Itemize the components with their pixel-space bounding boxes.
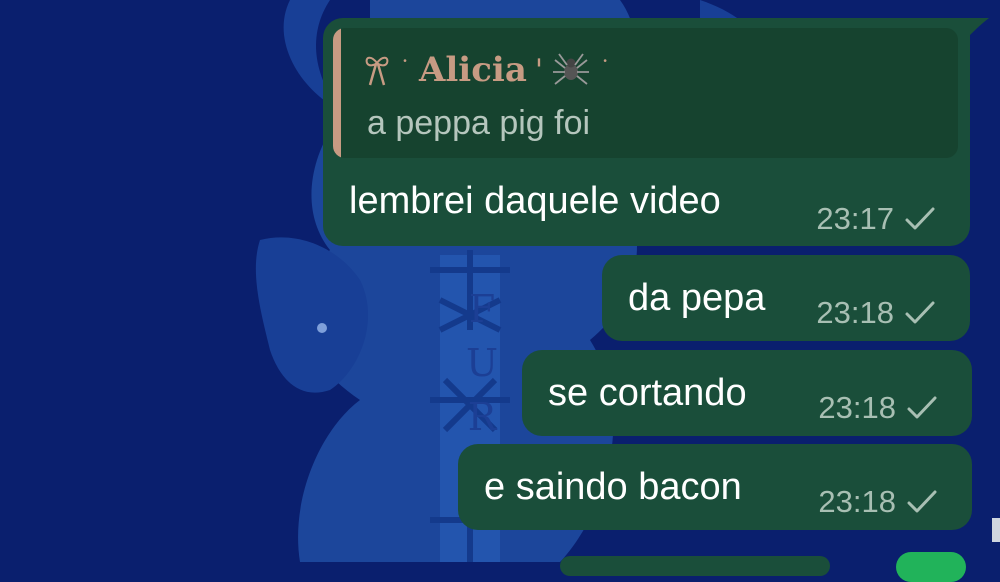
check-icon [907, 490, 937, 513]
message-time: 23:18 [818, 484, 896, 519]
reply-author-name: Alicia [419, 50, 527, 90]
author-decoration: ' [534, 52, 544, 88]
reply-quoted-text: a peppa pig foi [367, 104, 591, 142]
message-time: 23:18 [816, 295, 894, 330]
message-time: 23:18 [818, 390, 896, 425]
message-meta: 23:18 [818, 390, 938, 426]
bubble-tail [965, 18, 989, 40]
message-bubble[interactable]: da pepa 23:18 [602, 255, 970, 341]
check-icon [907, 396, 937, 419]
message-text: da pepa [628, 277, 766, 319]
side-marker [992, 518, 1000, 542]
message-bubble[interactable]: se cortando 23:18 [522, 350, 972, 436]
check-icon [905, 301, 935, 324]
message-text: se cortando [548, 372, 747, 414]
message-list[interactable]: ˙ Alicia ' ˙ a peppa pig foi lembrei daq… [0, 0, 1000, 582]
scroll-fab-edge[interactable] [896, 552, 966, 582]
message-meta: 23:18 [816, 295, 936, 331]
author-decoration: ˙ [399, 56, 411, 84]
reply-author: ˙ Alicia ' ˙ [363, 50, 619, 90]
message-text: e saindo bacon [484, 466, 742, 508]
spider-icon [551, 50, 591, 90]
ribbon-icon [363, 53, 391, 87]
reply-preview[interactable]: ˙ Alicia ' ˙ a peppa pig foi [333, 28, 958, 158]
check-icon [905, 207, 935, 230]
message-text: lembrei daquele video [349, 180, 721, 222]
message-bubble[interactable]: e saindo bacon 23:18 [458, 444, 972, 530]
message-bubble-with-reply[interactable]: ˙ Alicia ' ˙ a peppa pig foi lembrei daq… [323, 18, 970, 246]
message-time: 23:17 [816, 201, 894, 236]
message-meta: 23:17 [816, 201, 936, 237]
next-message-edge [560, 556, 830, 576]
reply-accent-bar [333, 28, 341, 158]
message-meta: 23:18 [818, 484, 938, 520]
author-decoration: ˙ [599, 56, 612, 84]
